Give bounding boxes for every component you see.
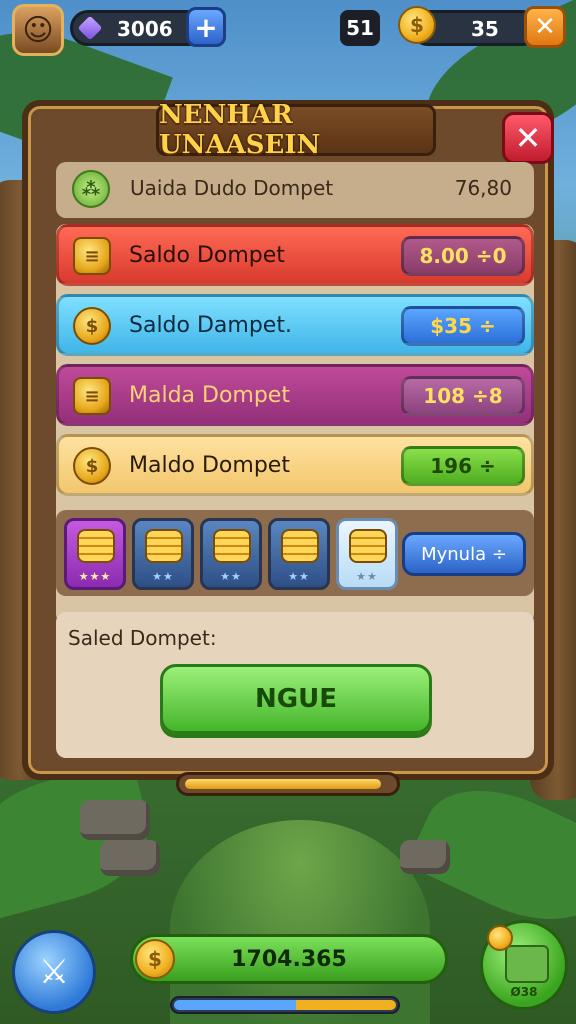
wallet-rows: ≡ Saldo Dompet 8.00 ÷0 $ Saldo Dampet. $…: [56, 224, 534, 624]
shop-button[interactable]: Ø38: [480, 920, 568, 1010]
item-stars: ★★★: [78, 570, 112, 583]
balance-value: 1704.365: [231, 947, 347, 972]
coin-stack-icon: [349, 529, 387, 563]
item-slot[interactable]: ★★: [336, 518, 398, 590]
coin-stack-icon: [145, 529, 183, 563]
confirm-label: Saled Dompet:: [68, 626, 217, 650]
wallet-row-red[interactable]: ≡ Saldo Dompet 8.00 ÷0: [56, 224, 534, 286]
coin-stack-icon: ≡: [73, 237, 111, 275]
panel-progress-bar: [176, 772, 400, 796]
item-slot[interactable]: ★★★: [64, 518, 126, 590]
summary-value: 76,80: [454, 176, 512, 200]
confirm-box: Saled Dompet: NGUE: [56, 612, 534, 758]
wallet-row-label: Saldo Dompet: [129, 243, 285, 268]
panel-title: NENHAR UNAASEIN: [156, 100, 436, 160]
item-stars: ★★: [152, 570, 174, 583]
item-slot[interactable]: ★★: [200, 518, 262, 590]
confirm-button[interactable]: NGUE: [160, 664, 432, 734]
summary-label: Uaida Dudo Dompet: [130, 176, 334, 200]
wallet-row-label: Maldo Dompet: [129, 453, 290, 478]
coin-stack-icon: [77, 529, 115, 563]
top-bar: ☺ 3006 + 51 35 $ ✕: [0, 0, 576, 60]
player-avatar[interactable]: ☺: [12, 4, 64, 56]
sword-button[interactable]: ⚔: [12, 930, 96, 1014]
gem-value: 3006: [117, 17, 173, 41]
top-close-button[interactable]: ✕: [524, 6, 566, 48]
coin-stack-icon: [213, 529, 251, 563]
wallet-row-blue[interactable]: $ Saldo Dampet. $35 ÷: [56, 294, 534, 356]
xp-fill: [174, 1000, 396, 1010]
coin-icon: [487, 925, 513, 951]
coin-stack-icon: [281, 529, 319, 563]
wallet-row-value-button[interactable]: $35 ÷: [401, 306, 525, 346]
panel-close-button[interactable]: ✕: [502, 112, 554, 164]
wallet-panel: NENHAR UNAASEIN ✕ ⁂ Uaida Dudo Dompet 76…: [22, 100, 554, 780]
summary-row: ⁂ Uaida Dudo Dompet 76,80: [56, 162, 534, 218]
wallet-row-label: Saldo Dampet.: [129, 313, 292, 338]
gem-icon: [77, 15, 103, 41]
leaf-coin-icon: ⁂: [72, 170, 110, 208]
balance-bar: $ 1704.365: [130, 934, 448, 984]
wallet-row-value-button[interactable]: 8.00 ÷0: [401, 236, 525, 276]
chest-icon: [505, 945, 549, 983]
coin-icon: $: [73, 307, 111, 345]
wallet-row-value-button[interactable]: 196 ÷: [401, 446, 525, 486]
wallet-row-label: Malda Dompet: [129, 383, 290, 408]
wallet-row-value-button[interactable]: 108 ÷8: [401, 376, 525, 416]
item-stars: ★★: [288, 570, 310, 583]
item-stars: ★★: [356, 570, 378, 583]
item-slot[interactable]: ★★: [268, 518, 330, 590]
avatar-icon: ☺: [22, 12, 54, 48]
coin-value: 35: [471, 17, 499, 41]
coin-icon: $: [73, 447, 111, 485]
level-badge: 51: [340, 10, 380, 46]
shop-label: Ø38: [510, 985, 538, 999]
sword-icon: ⚔: [38, 952, 70, 992]
item-slot[interactable]: ★★: [132, 518, 194, 590]
xp-bar: [170, 996, 400, 1014]
wallet-row-purple[interactable]: ≡ Malda Dompet 108 ÷8: [56, 364, 534, 426]
coin-stack-icon: ≡: [73, 377, 111, 415]
add-gems-button[interactable]: +: [186, 7, 226, 47]
mynula-button[interactable]: Mynula ÷: [402, 532, 526, 576]
wallet-row-yellow[interactable]: $ Maldo Dompet 196 ÷: [56, 434, 534, 496]
coin-icon: $: [398, 6, 436, 44]
panel-progress-fill: [185, 779, 381, 789]
item-selector: ★★★ ★★ ★★ ★★ ★★ Mynula ÷: [56, 510, 534, 596]
item-stars: ★★: [220, 570, 242, 583]
